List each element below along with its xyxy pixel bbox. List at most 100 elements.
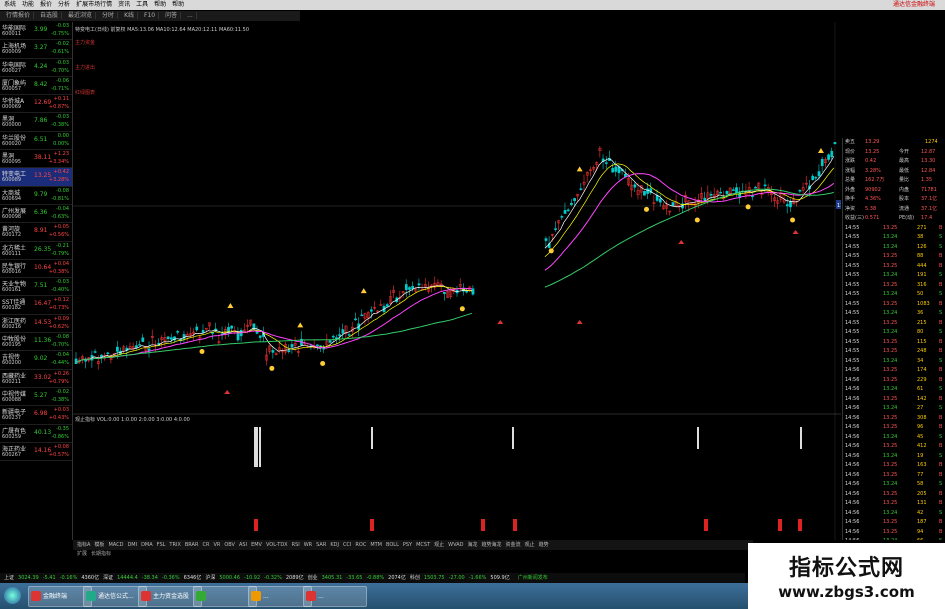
signal-red-triangle — [497, 320, 504, 324]
menu-item-1[interactable]: 功能 — [22, 1, 34, 8]
indicator-tab[interactable]: DMI — [127, 542, 137, 548]
candle-body — [604, 162, 608, 164]
indicator-tab[interactable]: WVAD — [448, 542, 463, 548]
watchlist-row[interactable]: 广州发展 600098 6.36 -0.04 -0.63% — [0, 205, 72, 224]
indicator-tab[interactable]: 模板 — [94, 542, 104, 548]
start-icon[interactable] — [4, 587, 21, 604]
menu-item-7[interactable]: 帮助 — [154, 1, 166, 8]
indicator-tab[interactable]: PSY — [403, 542, 412, 548]
indicator-tab[interactable]: EMV — [251, 542, 262, 548]
watchlist-row[interactable]: 天业生物 600161 7.51 -0.03 -0.40% — [0, 278, 72, 297]
watchlist-row[interactable]: 民生银行 600016 10.64 +0.04 +0.38% — [0, 260, 72, 279]
indicator-tab[interactable]: CR — [202, 542, 209, 548]
tick-dir: B — [939, 414, 943, 421]
watchlist-row[interactable]: 上海机场 600009 3.27 -0.02 -0.61% — [0, 40, 72, 59]
candle-body — [141, 337, 145, 342]
indicator-tab[interactable]: OBV — [224, 542, 235, 548]
menu-item-5[interactable]: 资讯 — [118, 1, 130, 8]
indicator-tab[interactable]: KDJ — [330, 542, 339, 548]
indicator-tab[interactable]: 趋势 — [539, 542, 549, 548]
watchlist-row[interactable]: 华电国际 600027 4.24 -0.03 -0.70% — [0, 59, 72, 77]
tick-price: 13.25 — [883, 424, 898, 430]
indicator-tab[interactable]: BRAR — [185, 542, 199, 548]
indicator-tab[interactable]: 海龙 — [468, 542, 478, 548]
watchlist-row[interactable]: SST佳通 600182 16.47 +0.12 +0.73% — [0, 296, 72, 315]
indicator-tab[interactable]: VR — [213, 542, 220, 548]
index-name[interactable]: 科创 — [410, 575, 420, 581]
index-name[interactable]: 上证 — [4, 575, 14, 581]
watchlist-row[interactable]: 大商城 600694 9.79 -0.08 -0.81% — [0, 187, 72, 205]
watchlist-row[interactable]: 西藏药业 600211 33.02 +0.26 +0.79% — [0, 370, 72, 388]
tick-time: 14:56 — [845, 414, 860, 421]
indicator-tab[interactable]: SAR — [316, 542, 326, 548]
tick-row: 14:56 13.25 187 B — [843, 518, 945, 528]
watchlist-row[interactable]: 海正药业 600267 14.16 +0.08 +0.57% — [0, 443, 72, 462]
watchlist-row[interactable]: 新疆电子 600237 6.98 +0.03 +0.43% — [0, 406, 72, 425]
indicator-tab[interactable]: RSI — [292, 542, 300, 548]
indicator-tab[interactable]: 指标A — [77, 542, 90, 548]
watchlist-row[interactable]: 黄河旋 600172 8.91 +0.05 +0.56% — [0, 223, 72, 242]
menu-item-2[interactable]: 报价 — [40, 1, 52, 8]
indicator-tab[interactable]: WR — [304, 542, 312, 548]
watchlist-row[interactable]: 浙江医药 600216 14.53 +0.09 +0.62% — [0, 315, 72, 334]
tick-vol: 191 — [917, 272, 927, 278]
indicator-tab[interactable]: MCST — [416, 542, 430, 548]
index-name[interactable]: 创业 — [308, 575, 318, 581]
indicator-tab[interactable]: MTM — [370, 542, 382, 548]
quote-value2: 37.1亿 — [921, 196, 938, 202]
candle-body — [611, 168, 615, 173]
watchlist-row[interactable]: 黑洞 600000 7.86 -0.03 -0.38% — [0, 113, 72, 132]
sub-tab[interactable]: 扩展 — [77, 551, 87, 557]
stock-pct: -0.86% — [51, 433, 69, 440]
watchlist-row[interactable]: 特变电工 600089 13.25 +0.42 +3.28% — [0, 168, 72, 187]
watchlist-row[interactable]: 北方稀土 600111 26.35 -0.21 -0.79% — [0, 242, 72, 260]
index-name[interactable]: 沪深 — [205, 575, 215, 581]
top-tab-1[interactable]: 自选股 — [37, 12, 63, 19]
tick-row: 14:56 13.25 205 B — [843, 490, 945, 500]
top-tab-0[interactable]: 行情报价 — [3, 12, 35, 19]
indicator-tab[interactable]: 资金流 — [506, 542, 521, 548]
indicator-tab[interactable]: BOLL — [386, 542, 399, 548]
indicator-tab[interactable]: TRIX — [169, 542, 180, 548]
kline-chart-svg[interactable]: 特变电工(日线) 前复权 MA5:13.06 MA10:12.64 MA20:1… — [73, 22, 860, 540]
indicator-tab[interactable]: ASI — [239, 542, 247, 548]
watchlist-row[interactable]: 中牧股份 600195 11.36 -0.08 -0.70% — [0, 333, 72, 352]
indicator-tab[interactable]: MACD — [108, 542, 123, 548]
quote-label2: 股本 — [899, 196, 910, 202]
tick-time: 14:56 — [845, 481, 860, 487]
watchlist-row[interactable]: 中视传媒 600088 5.27 -0.02 -0.38% — [0, 388, 72, 407]
indicator-tab[interactable]: DMA — [141, 542, 153, 548]
taskbar-button[interactable]: ... — [303, 586, 367, 607]
indicator-bar — [512, 427, 514, 449]
menu-item-8[interactable]: 帮助 — [172, 1, 184, 8]
tick-price: 13.25 — [883, 414, 898, 421]
indicator-tab[interactable]: 观止 — [525, 542, 535, 548]
kline-chart-area[interactable]: 特变电工(日线) 前复权 MA5:13.06 MA10:12.64 MA20:1… — [73, 22, 860, 540]
watchlist-row[interactable]: 吉视传 600200 9.02 -0.04 -0.44% — [0, 351, 72, 370]
watchlist-row[interactable]: 广晟有色 600259 40.13 -0.35 -0.86% — [0, 425, 72, 443]
stock-code: 600095 — [2, 159, 22, 166]
signal-dot — [320, 360, 326, 366]
indicator-tab[interactable]: FSL — [157, 542, 166, 548]
menu-item-3[interactable]: 分析 — [58, 1, 70, 8]
watchlist-row[interactable]: 华侨城A 000069 12.69 +0.11 +0.87% — [0, 95, 72, 114]
indicator-tab[interactable]: VOL-TDX — [266, 542, 288, 548]
index-name[interactable]: 深证 — [103, 575, 113, 581]
candle-body — [147, 348, 151, 352]
quote-value: 13.25 — [865, 148, 880, 155]
menu-item-4[interactable]: 扩展市场行情 — [76, 1, 112, 8]
menu-item-0[interactable]: 系统 — [4, 1, 16, 8]
watchlist-row[interactable]: 黑洞 600095 38.11 +1.23 +3.34% — [0, 150, 72, 169]
indicator-tab[interactable]: 观止 — [434, 542, 444, 548]
watchlist-row[interactable]: 华能国际 600011 3.99 -0.03 -0.75% — [0, 22, 72, 41]
menu-item-6[interactable]: 工具 — [136, 1, 148, 8]
sub-tab[interactable]: 长期指标 — [91, 551, 111, 557]
quote-panel: 卖五 13.29 1274 现价 13.25 今开 12.87 涨跌 0.42 最高 13.30 涨幅… — [842, 138, 945, 540]
watchlist-row[interactable]: 厦门象屿 600057 8.42 -0.06 -0.71% — [0, 77, 72, 96]
watchlist-row[interactable]: 华兰股份 600020 6.51 0.00 0.00% — [0, 132, 72, 151]
candle-body — [106, 352, 110, 355]
quote-value2: 13.30 — [921, 158, 936, 164]
indicator-tab[interactable]: 趋势海龙 — [482, 542, 502, 548]
indicator-tab[interactable]: ROC — [355, 542, 366, 548]
indicator-tab[interactable]: CCI — [343, 542, 351, 548]
